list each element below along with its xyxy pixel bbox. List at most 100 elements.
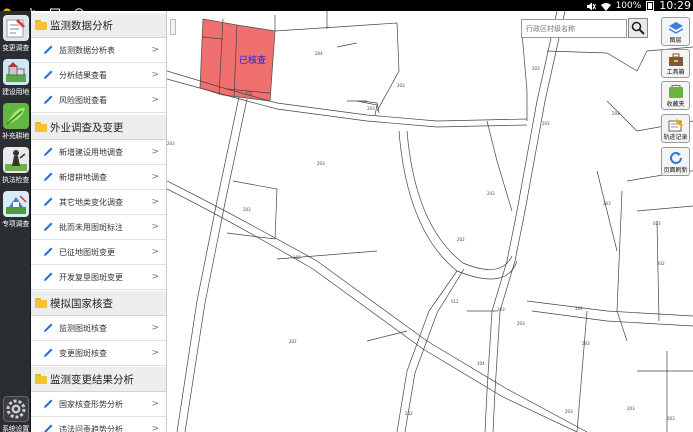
pen-icon: [43, 172, 53, 182]
parcel-code: 203: [667, 416, 675, 421]
menu-item-monitoring-table[interactable]: 监测数据分析表 >: [31, 38, 166, 63]
folder-icon: [35, 20, 47, 30]
notification-mute-icon: [586, 2, 596, 10]
chevron-right-icon: >: [151, 323, 159, 333]
section-title: 外业调查及变更: [50, 121, 124, 134]
map-view[interactable]: 已核查 204 203 203 203 202 203 203 203 102 …: [167, 11, 693, 432]
menu-item-change-patch-check[interactable]: 变更图斑核查 >: [31, 341, 166, 366]
menu-item-label: 监测图斑核查: [59, 323, 107, 333]
favorites-icon: [668, 85, 683, 98]
parcel-code: 203: [517, 321, 525, 326]
survey-icon: [2, 15, 29, 41]
menu-item-label: 新增建设用地调查: [59, 147, 123, 157]
battery-icon: [646, 0, 655, 11]
chevron-right-icon: >: [151, 424, 159, 432]
menu-item-label: 其它地类变化调查: [59, 197, 123, 207]
wifi-icon: [600, 2, 611, 11]
pen-icon: [43, 45, 53, 55]
search-icon: [631, 21, 645, 35]
map-scroll-handle[interactable]: [170, 19, 176, 35]
nav-label: 建设用地: [2, 88, 29, 96]
chevron-right-icon: >: [151, 70, 159, 80]
parcel-code: 202: [405, 411, 413, 416]
nav-label: 系统设置: [2, 425, 29, 432]
menu-item-reclamation-change[interactable]: 开发复垦图斑变更 >: [31, 265, 166, 290]
nav-item-special-survey[interactable]: 专项调查: [0, 189, 31, 231]
parcel-code: 203: [487, 191, 495, 196]
menu-item-new-farmland-survey[interactable]: 新增耕地调查 >: [31, 165, 166, 190]
refresh-icon: [669, 152, 682, 164]
usb-icon: [26, 2, 36, 17]
menu-item-label: 新增耕地调查: [59, 172, 107, 182]
favorites-button[interactable]: 收藏夹: [661, 81, 690, 110]
menu-item-monitoring-patch-check[interactable]: 监测图斑核查 >: [31, 316, 166, 341]
parcel-code: 203: [243, 207, 251, 212]
parcel-code: 204: [315, 51, 323, 56]
checked-status-label: 已核查: [239, 56, 267, 66]
section-header-field-survey[interactable]: 外业调查及变更: [31, 115, 166, 140]
folder-icon: [35, 122, 47, 132]
pen-icon: [43, 323, 53, 333]
parcel-code: 104: [575, 306, 583, 311]
track-record-button[interactable]: 轨迹记录: [661, 114, 690, 143]
pen-icon: [43, 197, 53, 207]
parcel-code: 203: [627, 406, 635, 411]
pen-icon: [43, 95, 53, 105]
nav-item-settings[interactable]: 系统设置: [0, 394, 31, 432]
menu-item-requisitioned-change[interactable]: 已征地图斑变更 >: [31, 240, 166, 265]
section-header-monitoring-analysis[interactable]: 监测数据分析: [31, 13, 166, 38]
section-header-simulated-check[interactable]: 模拟国家核查: [31, 291, 166, 316]
android-debug-icon: [74, 2, 84, 17]
parcel-map[interactable]: [167, 11, 693, 432]
parcel-code: 104: [477, 361, 485, 366]
pen-icon: [43, 147, 53, 157]
construction-land-icon: [2, 59, 29, 85]
section-header-result-analysis[interactable]: 监测变更结果分析: [31, 367, 166, 392]
pen-icon: [43, 399, 53, 409]
app-icon: [2, 2, 12, 16]
toolbox-button[interactable]: 工具箱: [661, 49, 690, 78]
region-search-input[interactable]: [521, 19, 627, 38]
layers-button[interactable]: 图层: [661, 17, 690, 46]
tool-label: 图层: [669, 37, 682, 44]
menu-item-label: 监测数据分析表: [59, 45, 115, 55]
parcel-code: 203: [397, 83, 405, 88]
pen-icon: [43, 70, 53, 80]
menu-item-label: 已征地图斑变更: [59, 247, 115, 257]
menu-item-other-landtype-survey[interactable]: 其它地类变化调查 >: [31, 190, 166, 215]
parcel-code: 203: [317, 161, 325, 166]
parcel-code: 203: [367, 106, 375, 111]
menu-item-violation-trend-analysis[interactable]: 违法问责趋势分析 >: [31, 417, 166, 432]
nav-item-survey[interactable]: 变更调查: [0, 13, 31, 55]
farmland-icon: [2, 103, 29, 129]
nav-item-construction-land[interactable]: 建设用地: [0, 57, 31, 99]
chevron-right-icon: >: [151, 147, 159, 157]
search-button[interactable]: [628, 18, 648, 38]
tool-label: 工具箱: [666, 69, 685, 76]
parcel-code: 203: [603, 201, 611, 206]
image-icon: [50, 2, 60, 16]
chevron-right-icon: >: [151, 197, 159, 207]
menu-item-label: 批而未用图斑标注: [59, 222, 123, 232]
parcel-code: 203: [167, 141, 175, 146]
nav-item-inspection[interactable]: 执法检查: [0, 145, 31, 187]
parcel-code: 202: [245, 91, 253, 96]
pen-icon: [43, 424, 53, 432]
menu-item-label: 变更图斑核查: [59, 348, 107, 358]
nav-label: 变更调查: [2, 44, 29, 52]
menu-item-approved-unused-marking[interactable]: 批而未用图斑标注 >: [31, 215, 166, 240]
refresh-button[interactable]: 页面刷新: [661, 147, 690, 176]
nav-item-farmland[interactable]: 补充耕地: [0, 101, 31, 143]
menu-item-analysis-results[interactable]: 分析结果查看 >: [31, 63, 166, 88]
parcel-code: 203: [542, 121, 550, 126]
tool-label: 页面刷新: [663, 167, 688, 174]
menu-item-national-check-analysis[interactable]: 国家核查形势分析 >: [31, 392, 166, 417]
parcel-code: 202: [289, 339, 297, 344]
chevron-right-icon: >: [151, 45, 159, 55]
section-title: 监测数据分析: [50, 19, 113, 32]
layers-icon: [668, 22, 683, 34]
menu-item-new-construction-survey[interactable]: 新增建设用地调查 >: [31, 140, 166, 165]
chevron-right-icon: >: [151, 247, 159, 257]
menu-item-risk-patches[interactable]: 风险图斑查看 >: [31, 88, 166, 113]
menu-item-label: 风险图斑查看: [59, 95, 107, 105]
